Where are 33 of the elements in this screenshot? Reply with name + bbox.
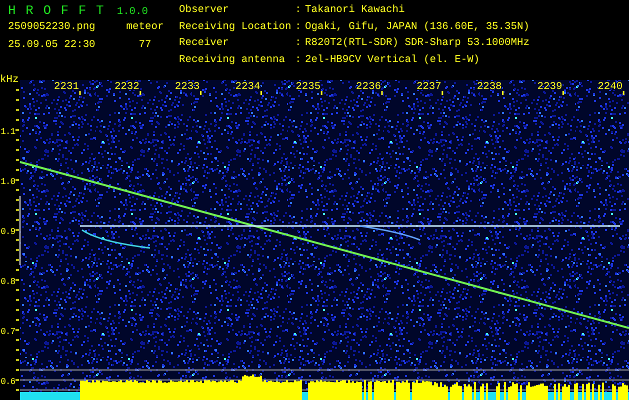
y-axis-label: 0.7 (0, 327, 15, 337)
time-label: 2234 (235, 81, 260, 93)
field-value: Ogaki, Gifu, JAPAN (136.60E, 35.35N) (305, 20, 530, 34)
separator: : (295, 54, 302, 68)
meteor-count: 77 (138, 39, 152, 51)
field-label: Observer (179, 4, 230, 18)
y-axis-label: 1.0 (0, 177, 15, 187)
unit-label: kHz (0, 74, 19, 86)
field-value: 2el-HB9CV Vertical (el. E-W) (305, 54, 481, 68)
separator: : (295, 4, 302, 18)
counter-label: meteor (125, 21, 165, 33)
field-value: R820T2(RTL-SDR) SDR-Sharp 53.1000MHz (305, 37, 530, 51)
version-label: 1.0.0 (116, 6, 148, 18)
field-label: Receiving Location (179, 20, 292, 34)
file-name: 2509052230.png (8, 21, 96, 33)
app-name: H R O F F T (8, 3, 105, 18)
time-label: 2239 (537, 81, 562, 93)
time-label: 2237 (416, 81, 442, 93)
y-axis-label: 1.1 (0, 127, 15, 137)
y-axis-label: 0.9 (0, 227, 15, 237)
timestamp: 25.09.05 22:30 (8, 39, 96, 51)
time-label: 2231 (54, 81, 79, 93)
y-axis-label: 0.6 (0, 377, 15, 387)
time-label: 2235 (296, 81, 321, 93)
field-label: Receiver (179, 37, 230, 51)
time-label: 2232 (114, 81, 140, 93)
field-value: Takanori Kawachi (305, 4, 406, 18)
field-label: Receiving antenna (179, 54, 286, 68)
separator: : (295, 20, 302, 34)
separator: : (295, 37, 302, 51)
time-label: 2240 (598, 81, 623, 93)
frequency-marker (19, 196, 21, 265)
y-axis-label: 0.8 (0, 277, 15, 287)
